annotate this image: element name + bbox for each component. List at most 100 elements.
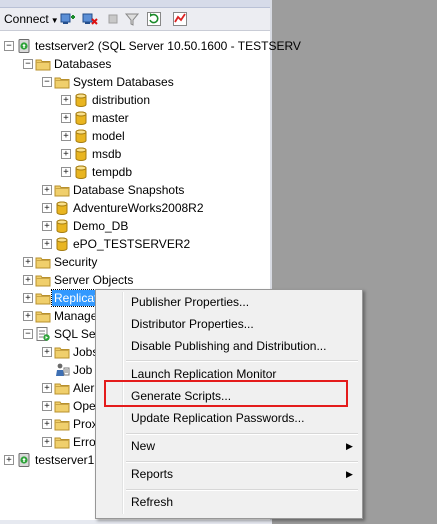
expand-icon[interactable]: + [42,221,52,231]
expand-icon[interactable]: + [23,257,33,267]
refresh-icon[interactable] [146,11,162,27]
tree-node-label: AdventureWorks2008R2 [73,201,204,215]
job-activity-icon [56,363,70,376]
window-title-strip [0,0,272,8]
tree-node[interactable]: + Database Snapshots [0,181,270,199]
menu-item-distributor-properties[interactable]: Distributor Properties... [131,314,254,334]
expand-icon[interactable]: + [42,239,52,249]
tree-node-label: Aler [73,381,95,395]
tree-node-label: Databases [54,57,112,71]
collapse-icon[interactable]: − [4,41,14,51]
expand-icon[interactable]: + [61,149,71,159]
expand-icon[interactable]: + [23,293,33,303]
menu-separator [126,433,358,435]
menu-item-new[interactable]: New ▶ [131,436,353,456]
expand-icon[interactable]: + [42,401,52,411]
tree-node-label: Demo_DB [73,219,129,233]
server-icon [18,39,30,53]
tree-node-label: SQL Ser [54,327,100,341]
tree-node-label: Security [54,255,98,269]
tree-node-label: Manage [54,309,98,323]
tree-node[interactable]: − testserver2 (SQL Server 10.50.1600 - TE… [0,37,301,55]
stop-icon[interactable] [105,11,121,27]
folder-icon [35,311,51,323]
expand-icon[interactable]: + [61,113,71,123]
tree-bottom-edge [0,520,272,524]
collapse-icon[interactable]: − [23,59,33,69]
tree-node-label: Prox [73,417,98,431]
expand-icon[interactable]: + [42,419,52,429]
expand-icon[interactable]: + [61,95,71,105]
tree-node[interactable]: − System Databases [0,73,270,91]
collapse-icon[interactable]: − [23,329,33,339]
menu-item-publisher-properties[interactable]: Publisher Properties... [131,292,249,312]
tree-node-label: Server Objects [54,273,134,287]
submenu-arrow-icon: ▶ [346,441,353,451]
tree-node-label: model [92,129,125,143]
submenu-arrow-icon: ▶ [346,469,353,479]
tree-node-label: testserver1 [35,453,95,467]
menu-item-update-replication-passwords[interactable]: Update Replication Passwords... [131,408,304,428]
database-icon [75,147,87,161]
expand-icon[interactable]: + [42,185,52,195]
menu-separator [126,360,358,362]
tree-node-label: Replicat [50,289,101,307]
filter-icon[interactable] [124,11,140,27]
folder-icon [54,401,70,413]
server-icon [18,453,30,467]
tree-node[interactable]: + Server Objects [0,271,270,289]
expand-icon[interactable]: + [42,383,52,393]
database-icon [56,237,68,251]
tree-node[interactable]: + AdventureWorks2008R2 [0,199,270,217]
menu-separator [126,489,358,491]
folder-icon [54,185,70,197]
folder-icon [54,383,70,395]
tree-node[interactable]: + msdb [0,145,270,163]
menu-separator [126,461,358,463]
folder-icon [54,77,70,89]
menu-item-reports[interactable]: Reports ▶ [131,464,353,484]
disconnect-icon[interactable] [82,11,98,27]
connect-button[interactable]: Connect ▼ [2,11,61,27]
tree-node[interactable]: + tempdb [0,163,270,181]
expand-icon[interactable]: + [42,347,52,357]
menu-item-refresh[interactable]: Refresh [131,492,173,512]
tree-node[interactable]: + distribution [0,91,270,109]
chevron-down-icon: ▼ [50,16,59,25]
object-explorer-toolbar: Connect ▼ [0,8,272,31]
menu-item-disable-publishing[interactable]: Disable Publishing and Distribution... [131,336,326,356]
expand-icon[interactable]: + [61,131,71,141]
folder-icon [35,275,51,287]
expand-icon[interactable]: + [61,167,71,177]
annotation-highlight-box [104,380,348,407]
database-icon [75,111,87,125]
tree-node[interactable]: + ePO_TESTSERVER2 [0,235,270,253]
tree-node-label: Database Snapshots [73,183,185,197]
expand-icon[interactable]: + [23,275,33,285]
expand-icon[interactable]: + [4,455,14,465]
tree-node[interactable]: + Demo_DB [0,217,270,235]
tree-node-label: testserver2 (SQL Server 10.50.1600 - TES… [35,39,301,53]
database-icon [75,93,87,107]
tree-node[interactable]: + model [0,127,270,145]
tree-node[interactable]: + master [0,109,270,127]
tree-node[interactable]: + Security [0,253,270,271]
tree-node-label: Ope [73,399,96,413]
activity-monitor-icon[interactable] [172,11,188,27]
tree-node-label: master [92,111,129,125]
tree-node-label: System Databases [73,75,174,89]
tree-node-label: distribution [92,93,151,107]
tree-node[interactable]: − Databases [0,55,270,73]
tree-node-label: ePO_TESTSERVER2 [73,237,191,251]
expand-icon[interactable]: + [42,203,52,213]
connect-object-explorer-icon[interactable] [60,11,76,27]
expand-icon[interactable]: + [42,437,52,447]
expand-icon[interactable]: + [23,311,33,321]
collapse-icon[interactable]: − [42,77,52,87]
folder-icon [54,437,70,449]
tree-node-label: Erro [73,435,96,449]
connect-label: Connect [4,12,49,26]
folder-icon [54,419,70,431]
folder-icon [35,293,51,305]
folder-icon [35,59,51,71]
